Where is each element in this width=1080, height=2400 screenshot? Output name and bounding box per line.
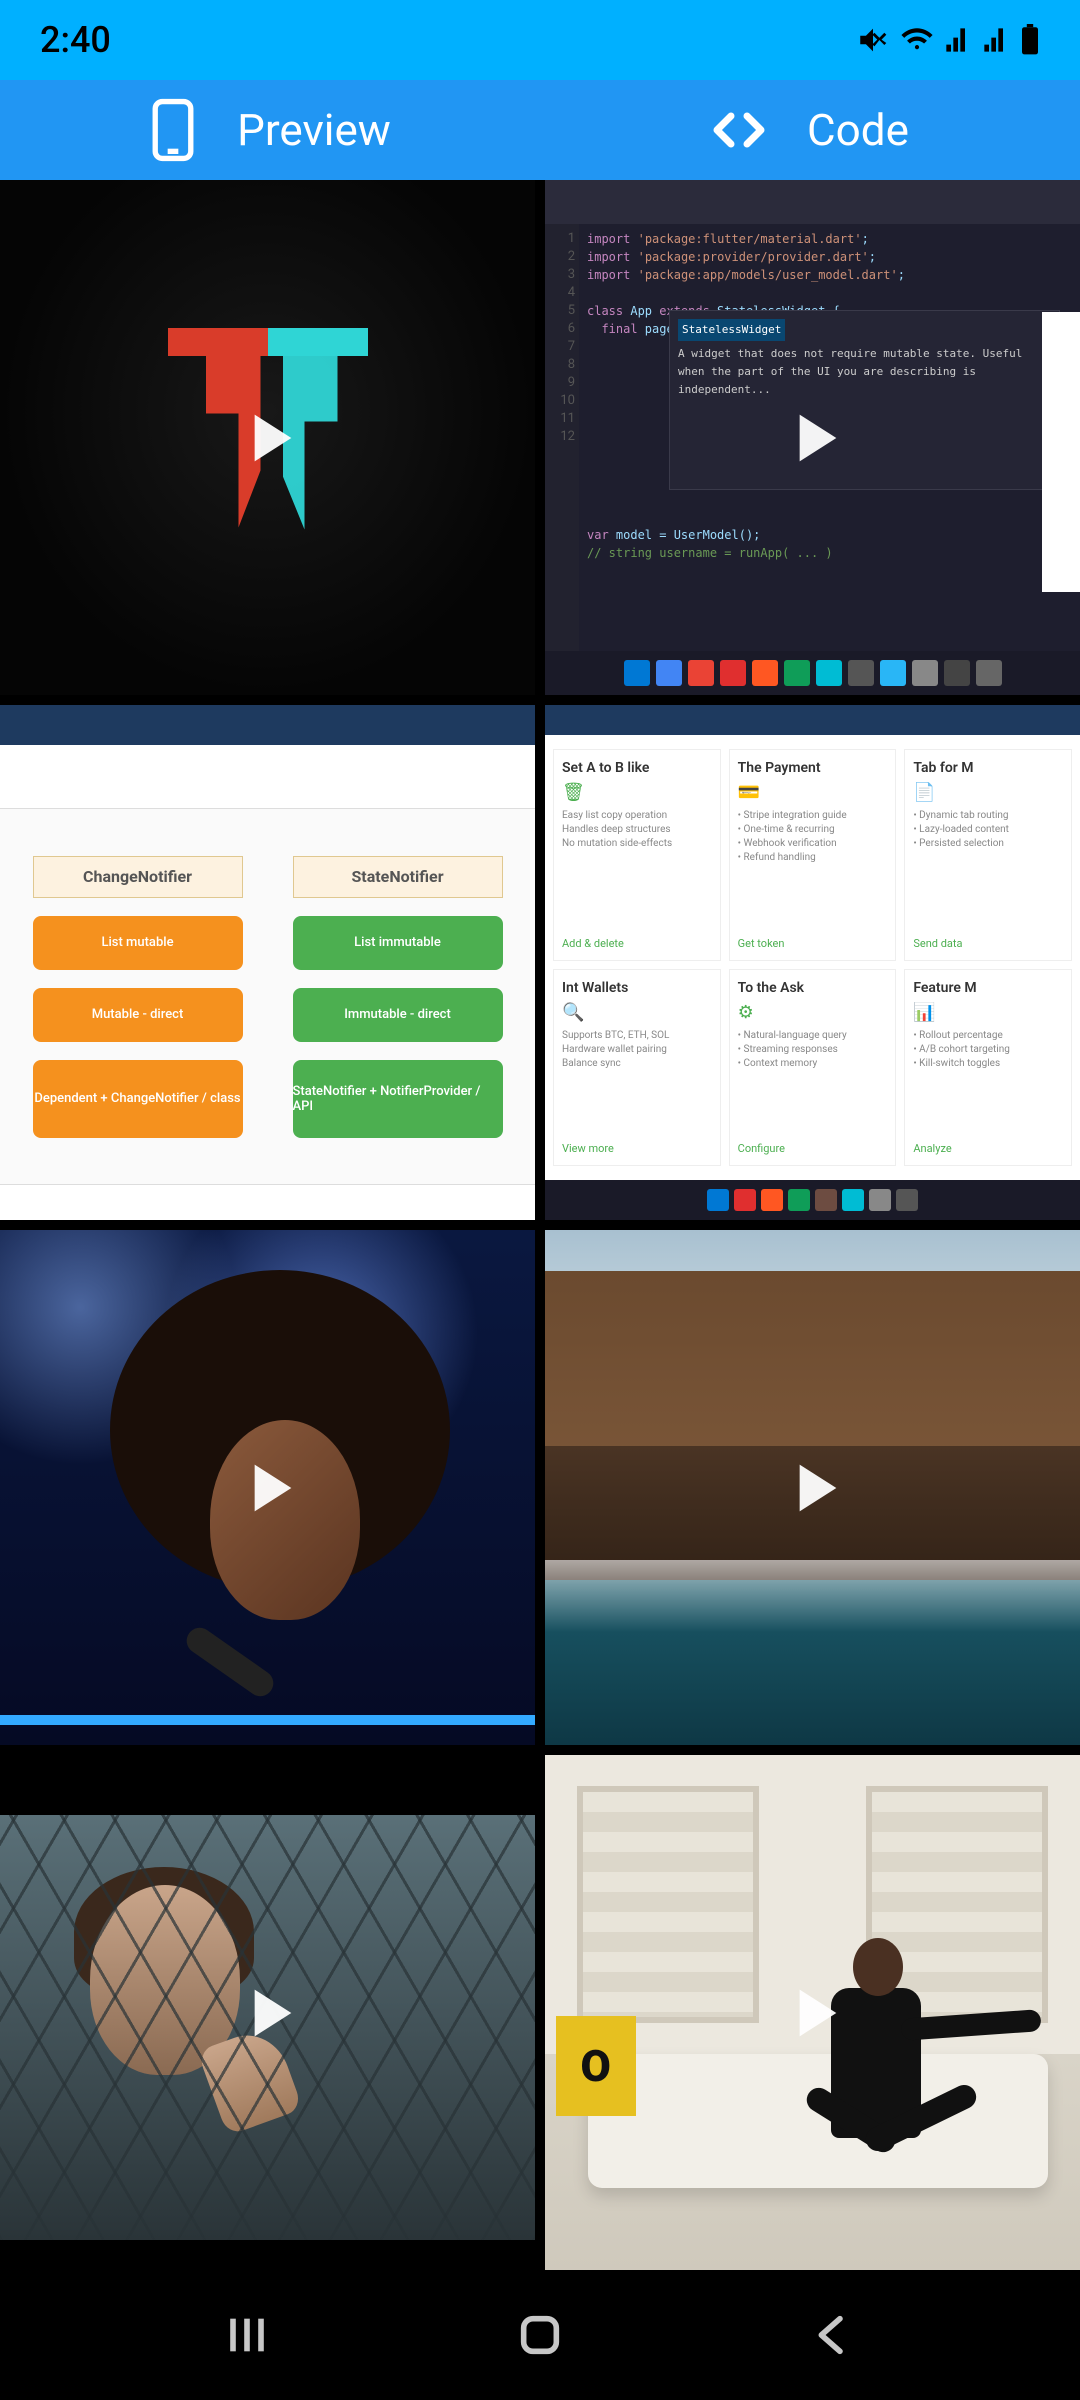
video-thumb-4[interactable]: Set A to B like🗑Easy list copy operation…	[545, 705, 1080, 1220]
video-thumb-3[interactable]: ChangeNotifier List mutable Mutable - di…	[0, 705, 535, 1220]
tab-preview-label: Preview	[237, 104, 391, 156]
signal-icon	[944, 26, 972, 54]
system-nav-bar	[0, 2270, 1080, 2400]
video-grid: 123456789101112 import 'package:flutter/…	[0, 180, 1080, 2270]
diagram-header-left: ChangeNotifier	[33, 856, 243, 898]
diagram-header-right: StateNotifier	[293, 856, 503, 898]
signal2-icon	[982, 26, 1010, 54]
video-thumb-1[interactable]	[0, 180, 535, 695]
recents-icon[interactable]	[219, 2307, 275, 2363]
tab-code-label: Code	[807, 104, 909, 156]
home-icon[interactable]	[512, 2307, 568, 2363]
poster-text: O	[556, 2016, 636, 2116]
wifi-icon	[900, 23, 934, 57]
code-angle-icon	[711, 108, 767, 152]
video-thumb-2[interactable]: 123456789101112 import 'package:flutter/…	[545, 180, 1080, 695]
video-thumb-5[interactable]	[0, 1230, 535, 1745]
tab-bar: Preview Code	[0, 80, 1080, 180]
battery-icon	[1020, 24, 1040, 56]
video-thumb-7[interactable]	[0, 1755, 535, 2270]
status-icons	[856, 23, 1040, 57]
mute-icon	[856, 23, 890, 57]
status-time: 2:40	[40, 19, 111, 61]
phone-icon	[149, 98, 197, 162]
video-thumb-6[interactable]	[545, 1230, 1080, 1745]
video-thumb-8[interactable]: O	[545, 1755, 1080, 2270]
status-bar: 2:40	[0, 0, 1080, 80]
back-icon[interactable]	[805, 2307, 861, 2363]
tab-preview[interactable]: Preview	[0, 80, 540, 180]
logo-graphic	[168, 328, 368, 548]
tab-code[interactable]: Code	[540, 80, 1080, 180]
